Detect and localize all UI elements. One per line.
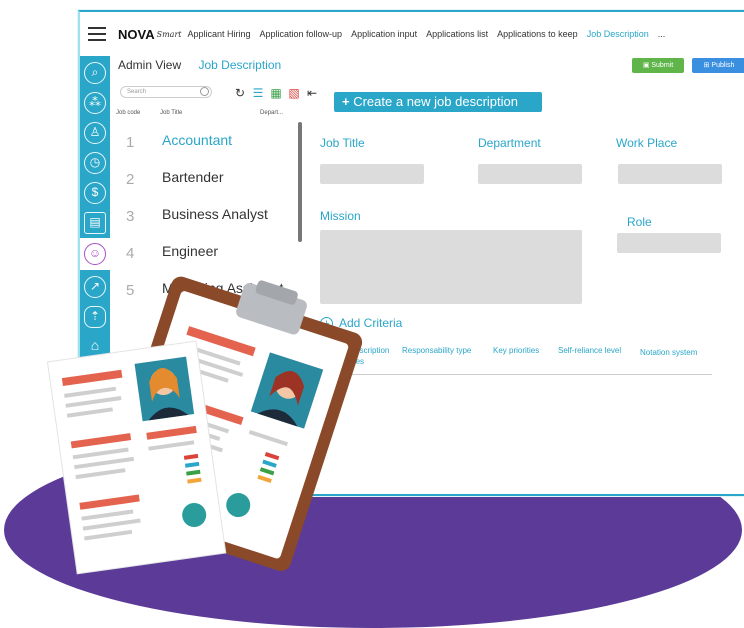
row-number: 5 [126, 282, 135, 299]
job-description-title[interactable]: Job Description [198, 58, 281, 72]
row-title: Business Analyst [162, 206, 268, 222]
add-circle-icon: + [320, 317, 333, 330]
tabs-divider [320, 374, 712, 375]
nav-applications-list[interactable]: Applications list [426, 29, 488, 39]
list-item[interactable]: 4 Engineer [116, 233, 298, 270]
cards-icon[interactable]: ▤ [84, 212, 106, 234]
create-label: Create a new job description [353, 94, 518, 109]
list-view-icon[interactable]: ☰ [252, 86, 264, 100]
list-item[interactable]: 5 Marketing Assistant [116, 270, 298, 307]
work-place-field[interactable] [618, 164, 722, 184]
row-number: 4 [126, 245, 135, 262]
mission-label: Mission [320, 209, 361, 223]
refresh-icon[interactable]: ↻ [234, 86, 246, 100]
tab-responsability-type[interactable]: Responsability type [402, 346, 471, 355]
submit-label: Submit [651, 62, 674, 69]
nav-application-follow-up[interactable]: Application follow-up [260, 29, 343, 39]
growth-chart-icon[interactable]: ↗ [84, 276, 106, 298]
sidebar-item-active[interactable]: ☺ [80, 238, 110, 270]
tab-key-priorities[interactable]: Key priorities [493, 346, 539, 355]
tab-general-description[interactable]: General description [320, 346, 389, 355]
app-logo: NOVA [118, 26, 155, 42]
plus-icon: + [342, 94, 350, 109]
nav-application-input[interactable]: Application input [351, 29, 417, 39]
tab-activities[interactable]: ...n activities [320, 357, 364, 366]
sidebar: ⌕ ⁂ ♙ ◷ $ ▤ ☺ ↗ ⇡ ⌂ [80, 56, 110, 494]
create-job-description-button[interactable]: + Create a new job description [334, 92, 542, 112]
excel-export-icon[interactable]: ▦ [270, 86, 282, 100]
list-item[interactable]: 3 Business Analyst [116, 196, 298, 233]
search-input[interactable]: Search [120, 86, 212, 98]
row-title: Marketing Assistant [162, 280, 284, 296]
department-field[interactable] [478, 164, 582, 184]
row-title: Bartender [162, 169, 224, 185]
job-title-field[interactable] [320, 164, 424, 184]
collapse-panel-icon[interactable]: ⇤ [306, 86, 318, 100]
add-criteria-button[interactable]: + Add Criteria [320, 316, 402, 330]
mission-field[interactable] [320, 230, 582, 304]
col-job-code[interactable]: Job code [116, 110, 140, 116]
nav-more[interactable]: ... [658, 29, 666, 39]
app-window: NOVA Smart Applicant Hiring Application … [78, 10, 744, 496]
graduation-cap-icon[interactable]: ⌂ [84, 336, 106, 358]
list-item[interactable]: 1 Accountant [116, 122, 298, 159]
cloud-upload-icon[interactable]: ⇡ [84, 306, 106, 328]
publish-button[interactable]: ⊞ Publish [692, 58, 744, 73]
role-field[interactable] [617, 233, 721, 253]
top-navigation: NOVA Smart Applicant Hiring Application … [80, 12, 744, 56]
list-item[interactable]: 2 Bartender [116, 159, 298, 196]
admin-view-link[interactable]: Admin View [118, 58, 181, 72]
add-criteria-label: Add Criteria [339, 316, 403, 330]
row-number: 2 [126, 171, 135, 188]
tab-notation-system[interactable]: Notation system [640, 348, 697, 357]
nav-job-description[interactable]: Job Description [587, 29, 649, 39]
submit-button[interactable]: ▣ Submit [632, 58, 684, 73]
hamburger-menu-icon[interactable] [88, 27, 106, 41]
team-icon[interactable]: ⁂ [84, 92, 106, 114]
row-title: Engineer [162, 243, 219, 259]
page-header: Admin View Job Description [118, 58, 281, 72]
app-logo-sub: Smart [156, 29, 182, 39]
job-title-label: Job Title [320, 136, 365, 150]
nav-applications-to-keep[interactable]: Applications to keep [497, 29, 578, 39]
publish-label: Publish [711, 62, 735, 69]
nav-applicant-hiring[interactable]: Applicant Hiring [187, 29, 250, 39]
search-person-icon[interactable]: ⌕ [84, 62, 106, 84]
col-department[interactable]: Depart... [260, 110, 283, 116]
work-place-label: Work Place [616, 136, 678, 150]
job-list: 1 Accountant 2 Bartender 3 Business Anal… [116, 122, 298, 307]
dollar-icon[interactable]: $ [84, 182, 106, 204]
timer-icon[interactable]: ◷ [84, 152, 106, 174]
list-toolbar: ↻ ☰ ▦ ▧ ⇤ [234, 86, 318, 100]
col-job-title[interactable]: Job Title [160, 110, 182, 116]
person-search-icon[interactable]: ☺ [84, 243, 106, 265]
pdf-export-icon[interactable]: ▧ [288, 86, 300, 100]
department-label: Department [478, 136, 541, 150]
role-label: Role [627, 215, 652, 229]
row-number: 1 [126, 134, 135, 151]
tab-self-reliance-level[interactable]: Self-reliance level [558, 346, 621, 355]
row-number: 3 [126, 208, 135, 225]
list-scrollbar[interactable] [298, 122, 302, 242]
row-title: Accountant [162, 132, 233, 148]
user-icon[interactable]: ♙ [84, 122, 106, 144]
search-icon[interactable] [200, 87, 209, 96]
